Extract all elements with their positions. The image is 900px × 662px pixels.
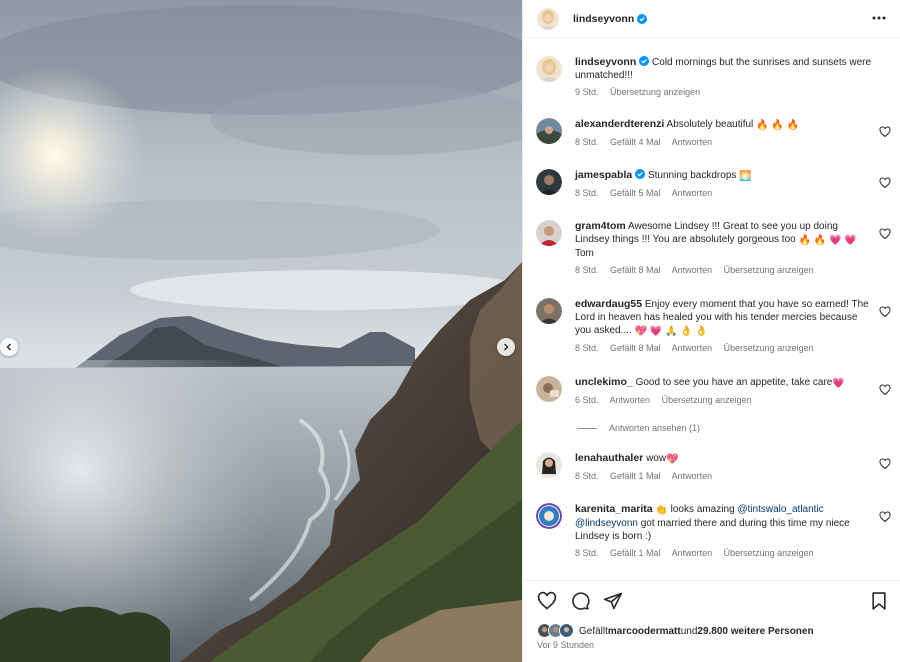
heart-icon[interactable]: [879, 126, 891, 138]
avatar[interactable]: [536, 298, 562, 324]
comment-likes-count[interactable]: Gefällt 8 Mal: [610, 343, 661, 353]
post-header: lindseyvonn: [523, 0, 900, 38]
caption-time: 9 Std.: [575, 87, 599, 97]
chevron-right-icon: [504, 343, 509, 351]
comment-likes-count[interactable]: Gefällt 5 Mal: [610, 188, 661, 198]
bookmark-icon[interactable]: [869, 591, 889, 611]
caption-translate-link[interactable]: Übersetzung anzeigen: [610, 87, 700, 97]
comment-emoji: 🔥 🔥 💗 💗: [798, 235, 857, 246]
likes-count[interactable]: 29.800 weitere Personen: [697, 626, 813, 637]
chevron-left-icon: [6, 343, 11, 351]
translate-link[interactable]: Übersetzung anzeigen: [662, 395, 752, 405]
comment-emoji: 🔥 🔥 🔥: [756, 120, 799, 131]
translate-link[interactable]: Übersetzung anzeigen: [724, 343, 814, 353]
heart-icon[interactable]: [879, 177, 891, 189]
comment-emoji: 💗: [832, 378, 845, 389]
mention-link[interactable]: @lindseyvonn: [575, 518, 638, 529]
avatar[interactable]: [536, 452, 562, 478]
likes-summary: Gefällt marcoodermatt und 29.800 weitere…: [537, 623, 814, 639]
clapping-emoji: 👏: [655, 505, 668, 516]
comment-likes-count[interactable]: Gefällt 4 Mal: [610, 137, 661, 147]
comment-likes-count[interactable]: Gefällt 1 Mal: [610, 548, 661, 558]
heart-icon[interactable]: [537, 591, 557, 611]
comment-username[interactable]: edwardaug55: [575, 298, 642, 310]
comment-username[interactable]: alexanderdterenzi: [575, 118, 664, 130]
avatar[interactable]: [536, 118, 562, 144]
view-replies-button[interactable]: Antworten ansehen (1): [577, 423, 700, 433]
comments-list[interactable]: lindseyvonn Cold mornings but the sunris…: [523, 39, 900, 579]
comment-text-signoff: Tom: [575, 248, 594, 259]
liked-by-username[interactable]: marcoodermatt: [608, 626, 681, 637]
avatar: [559, 623, 574, 638]
comment-username[interactable]: lenahauthaler: [575, 452, 643, 464]
action-bar: [537, 591, 623, 611]
comment-time: 6 Std.: [575, 395, 599, 405]
heart-icon[interactable]: [879, 306, 891, 318]
reply-button[interactable]: Antworten: [672, 188, 713, 198]
previous-image-button[interactable]: [0, 338, 18, 356]
share-icon[interactable]: [603, 591, 623, 611]
likes-prefix: Gefällt: [579, 625, 608, 637]
post-timestamp[interactable]: Vor 9 Stunden: [537, 640, 594, 650]
avatar[interactable]: [536, 169, 562, 195]
next-image-button[interactable]: [497, 338, 515, 356]
liker-avatars: [537, 623, 577, 639]
verified-badge-icon: [635, 169, 646, 179]
comment-text: wow: [646, 453, 667, 464]
more-icon: [872, 16, 886, 20]
comment-emoji: 🌅: [739, 171, 752, 182]
comment-username[interactable]: gram4tom: [575, 220, 626, 232]
verified-badge-icon: [639, 56, 650, 66]
comment-icon[interactable]: [570, 591, 590, 611]
coastal-landscape-image: [0, 0, 522, 662]
comment-username[interactable]: jamespabla: [575, 169, 632, 181]
comment-time: 8 Std.: [575, 343, 599, 353]
post-footer: Gefällt marcoodermatt und 29.800 weitere…: [523, 580, 900, 662]
heart-icon[interactable]: [879, 458, 891, 470]
view-replies-label: Antworten ansehen (1): [609, 423, 701, 433]
comment-likes-count[interactable]: Gefällt 1 Mal: [610, 471, 661, 481]
caption-username[interactable]: lindseyvonn: [575, 56, 636, 68]
comment-username[interactable]: unclekimo_: [575, 376, 633, 388]
comment-emoji: 💖: [666, 454, 679, 465]
heart-icon[interactable]: [879, 228, 891, 240]
view-replies-divider: [577, 427, 597, 429]
heart-icon[interactable]: [879, 511, 891, 523]
comment-text: Good to see you have an appetite, take c…: [635, 377, 833, 388]
comment-time: 8 Std.: [575, 548, 599, 558]
heart-icon[interactable]: [879, 384, 891, 396]
translate-link[interactable]: Übersetzung anzeigen: [724, 548, 814, 558]
mention-link[interactable]: @tintswalo_atlantic: [737, 504, 823, 515]
reply-button[interactable]: Antworten: [672, 471, 713, 481]
comment-time: 8 Std.: [575, 265, 599, 275]
comment-username[interactable]: karenita_marita: [575, 503, 653, 515]
avatar[interactable]: [537, 7, 559, 30]
comment-text: Absolutely beautiful: [666, 119, 757, 130]
avatar[interactable]: [536, 503, 562, 529]
reply-button[interactable]: Antworten: [672, 265, 713, 275]
avatar[interactable]: [536, 56, 562, 82]
reply-button[interactable]: Antworten: [610, 395, 651, 405]
comment-time: 8 Std.: [575, 137, 599, 147]
post-photo: [0, 0, 522, 662]
comment-text: looks amazing: [667, 504, 738, 515]
comment-time: 8 Std.: [575, 471, 599, 481]
translate-link[interactable]: Übersetzung anzeigen: [724, 265, 814, 275]
post-details-panel: lindseyvonn lindseyvonn Cold mornings bu…: [522, 0, 900, 662]
reply-button[interactable]: Antworten: [672, 343, 713, 353]
verified-badge-icon: [637, 13, 648, 24]
more-options-button[interactable]: [869, 9, 889, 27]
author-username[interactable]: lindseyvonn: [573, 13, 634, 25]
comment-emoji: 💖 💗 🙏 👌 👌: [634, 326, 708, 337]
reply-button[interactable]: Antworten: [672, 137, 713, 147]
reply-button[interactable]: Antworten: [672, 548, 713, 558]
avatar[interactable]: [536, 376, 562, 402]
comment-likes-count[interactable]: Gefällt 8 Mal: [610, 265, 661, 275]
comment-time: 8 Std.: [575, 188, 599, 198]
comment-text: Stunning backdrops: [647, 170, 740, 181]
likes-connector: und: [680, 625, 698, 637]
avatar[interactable]: [536, 220, 562, 246]
